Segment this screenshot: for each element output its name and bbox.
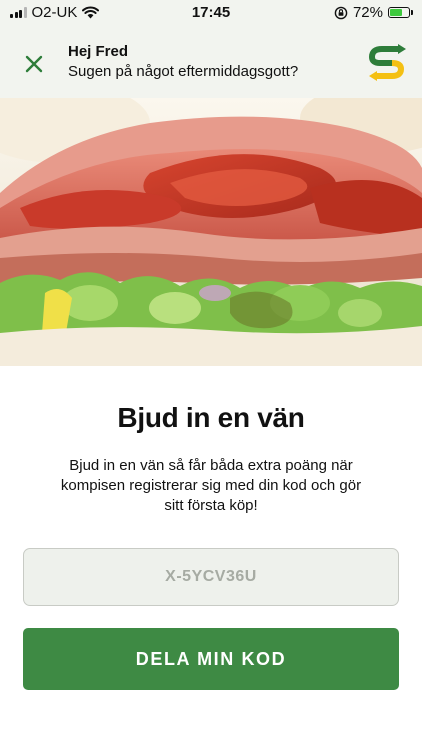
subway-logo-icon[interactable]	[366, 38, 408, 84]
hero-image	[0, 98, 422, 366]
greeting-title: Hej Fred	[68, 43, 129, 60]
battery-percent: 72%	[352, 4, 383, 21]
invite-title: Bjud in en vän	[117, 402, 305, 433]
referral-code-field[interactable]: X-5YCV36U	[23, 548, 399, 606]
header: Hej Fred Sugen på något eftermiddagsgott…	[0, 26, 422, 98]
close-icon	[25, 55, 43, 73]
status-bar: O2-UK 17:45 72%	[0, 0, 422, 26]
share-code-button[interactable]: DELA MIN KOD	[23, 628, 399, 690]
referral-code: X-5YCV36U	[165, 568, 257, 585]
greeting-subtitle: Sugen på något eftermiddagsgott?	[68, 63, 299, 80]
sandwich-image	[0, 98, 422, 366]
invite-description: Bjud in en vän så får båda extra poäng n…	[60, 457, 362, 514]
orientation-lock-icon	[334, 6, 348, 19]
status-right: 72%	[334, 4, 413, 21]
battery-icon	[388, 7, 413, 18]
greeting: Hej Fred Sugen på något eftermiddagsgott…	[68, 43, 298, 82]
battery-level-fill	[390, 9, 403, 16]
close-button[interactable]	[20, 50, 48, 78]
